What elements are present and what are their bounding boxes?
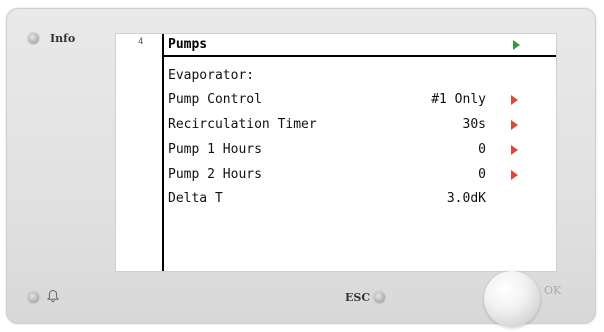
menu-index: 4 (138, 37, 144, 47)
menu-row-label: Pump 1 Hours (168, 142, 262, 157)
row-arrow-icon[interactable] (511, 145, 518, 155)
page-title: Pumps (168, 37, 208, 52)
esc-label: ESC (345, 291, 371, 304)
info-label: Info (50, 32, 76, 45)
menu-row-label: Pump 2 Hours (168, 167, 262, 182)
controller-panel: Info 4 Pumps Evaporator: Pump Control #1… (6, 8, 596, 327)
menu-row-label: Delta T (168, 191, 223, 206)
menu-row-pump-control[interactable]: Pump Control #1 Only (168, 90, 548, 110)
menu-row-label: Recirculation Timer (168, 117, 317, 132)
info-led[interactable] (28, 33, 39, 44)
row-arrow-icon[interactable] (511, 95, 518, 105)
menu-row-value: #1 Only (431, 92, 486, 107)
menu-row-pump-1-hours[interactable]: Pump 1 Hours 0 (168, 140, 548, 160)
menu-row-value: 0 (478, 142, 486, 157)
ok-label: OK (544, 284, 562, 297)
menu-row-delta-t: Delta T 3.0dK (168, 189, 548, 209)
menu-row-value: 30s (462, 117, 486, 132)
ok-button[interactable] (484, 271, 540, 327)
menu-row-value: 0 (478, 167, 486, 182)
alarm-led[interactable] (28, 292, 39, 303)
menu-row-value: 3.0dK (446, 191, 486, 206)
row-arrow-icon[interactable] (511, 170, 518, 180)
display-column-divider (162, 34, 164, 271)
display-screen: 4 Pumps Evaporator: Pump Control #1 Only… (116, 34, 556, 271)
menu-row-pump-2-hours[interactable]: Pump 2 Hours 0 (168, 165, 548, 185)
row-arrow-icon[interactable] (511, 120, 518, 130)
menu-row-recirculation-timer[interactable]: Recirculation Timer 30s (168, 115, 548, 135)
esc-button[interactable] (374, 292, 385, 303)
display-header-divider (162, 55, 556, 57)
bell-icon[interactable] (46, 289, 60, 303)
section-heading: Evaporator: (168, 66, 548, 86)
section-heading-label: Evaporator: (168, 68, 255, 83)
menu-row-label: Pump Control (168, 92, 262, 107)
title-nav-arrow-icon[interactable] (513, 40, 520, 50)
